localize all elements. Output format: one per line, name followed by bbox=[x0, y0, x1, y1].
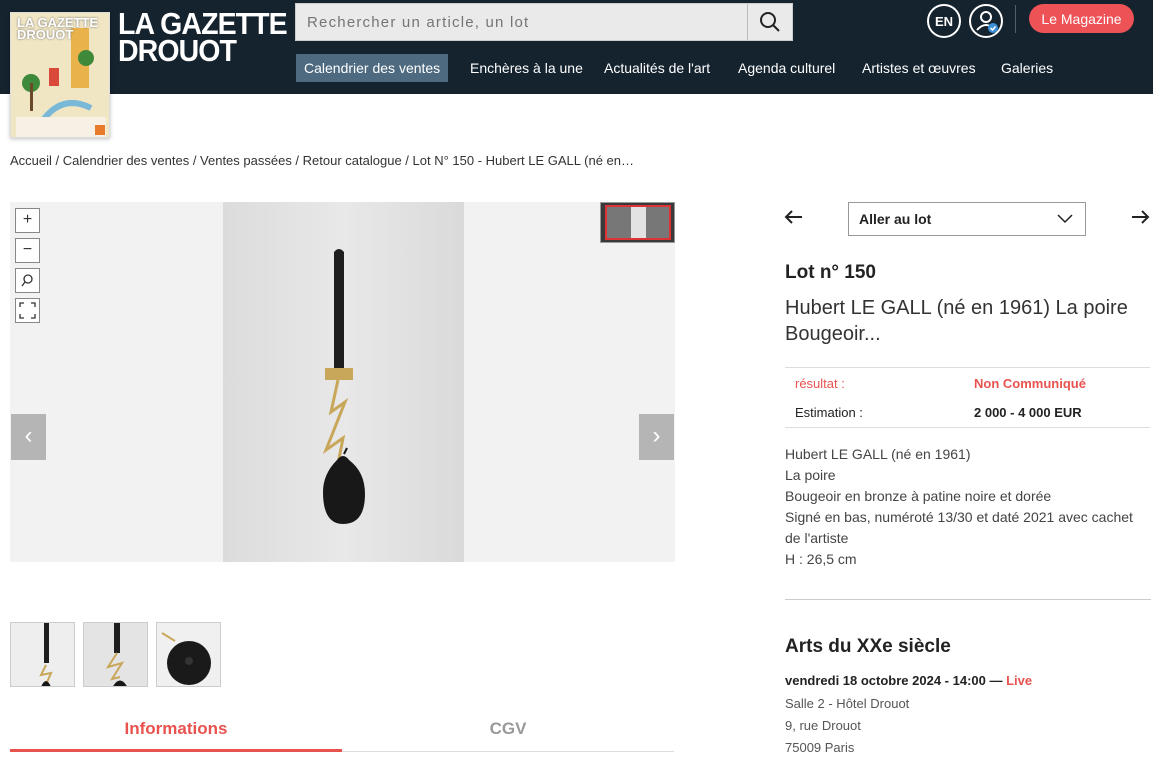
result-label: résultat : bbox=[795, 376, 845, 391]
section-divider bbox=[785, 599, 1151, 600]
goto-lot-label: Aller au lot bbox=[859, 211, 932, 227]
thumbnail-1[interactable] bbox=[10, 622, 75, 687]
previous-lot-arrow-icon[interactable] bbox=[784, 205, 804, 236]
navigator-minimap[interactable] bbox=[600, 202, 675, 243]
user-icon bbox=[976, 11, 998, 33]
thumbnail-3[interactable] bbox=[156, 622, 221, 687]
tab-informations[interactable]: Informations bbox=[10, 708, 342, 752]
header-divider bbox=[1015, 5, 1016, 33]
address-line: 75009 Paris bbox=[785, 740, 855, 755]
goto-lot-select[interactable]: Aller au lot bbox=[848, 202, 1086, 236]
search-bar bbox=[295, 3, 793, 41]
next-image-button[interactable]: › bbox=[639, 414, 674, 460]
lot-title: Hubert LE GALL (né en 1961) La poire Bou… bbox=[785, 297, 1128, 345]
fullscreen-button[interactable] bbox=[15, 298, 40, 323]
language-switch[interactable]: EN bbox=[927, 4, 961, 38]
magazine-cover-title: LA GAZETTE DROUOT bbox=[17, 15, 99, 42]
address-line: Salle 2 - Hôtel Drouot bbox=[785, 696, 910, 711]
user-account-button[interactable] bbox=[969, 4, 1003, 38]
zoom-in-button[interactable]: + bbox=[15, 208, 40, 233]
description-line: Bougeoir en bronze à patine noire et dor… bbox=[785, 488, 1052, 504]
sale-address: Salle 2 - Hôtel Drouot 9, rue Drouot 750… bbox=[785, 693, 909, 759]
description-line: H : 26,5 cm bbox=[785, 551, 857, 567]
previous-image-button[interactable]: ‹ bbox=[11, 414, 46, 460]
magazine-cover[interactable]: LA GAZETTE DROUOT bbox=[10, 12, 110, 138]
nav-artistes-et-oeuvres[interactable]: Artistes et œuvres bbox=[862, 54, 976, 82]
lot-description: Hubert LE GALL (né en 1961) La poire Bou… bbox=[785, 444, 1145, 570]
description-line: La poire bbox=[785, 467, 836, 483]
tab-cgv[interactable]: CGV bbox=[342, 708, 674, 752]
reset-zoom-button[interactable] bbox=[15, 268, 40, 293]
sale-title[interactable]: Arts du XXe siècle bbox=[785, 636, 951, 658]
sale-date-text: vendredi 18 octobre 2024 - 14:00 — bbox=[785, 673, 1003, 688]
result-value: Non Communiqué bbox=[974, 376, 1086, 391]
candle-holder-illustration bbox=[322, 249, 365, 524]
nav-actualites-de-l-art[interactable]: Actualités de l'art bbox=[604, 54, 710, 82]
nav-agenda-culturel[interactable]: Agenda culturel bbox=[738, 54, 835, 82]
nav-calendrier-des-ventes[interactable]: Calendrier des ventes bbox=[296, 54, 449, 82]
navigator-viewport[interactable] bbox=[605, 205, 671, 240]
estimate-value: 2 000 - 4 000 EUR bbox=[974, 405, 1082, 420]
estimate-label: Estimation : bbox=[795, 405, 863, 420]
magazine-button[interactable]: Le Magazine bbox=[1029, 4, 1134, 33]
search-icon bbox=[760, 12, 780, 32]
description-line: Signé en bas, numéroté 13/30 et daté 202… bbox=[785, 509, 1133, 546]
zoom-out-button[interactable]: − bbox=[15, 238, 40, 263]
next-lot-arrow-icon[interactable] bbox=[1130, 205, 1150, 236]
chevron-down-icon bbox=[1057, 214, 1073, 224]
fullscreen-icon bbox=[19, 302, 36, 319]
lot-number: Lot n° 150 bbox=[785, 262, 877, 283]
image-viewer[interactable]: + − ‹ › bbox=[10, 202, 675, 562]
thumbnail-2[interactable] bbox=[83, 622, 148, 687]
address-line: 9, rue Drouot bbox=[785, 718, 861, 733]
logo-line-2: DROUOT bbox=[118, 33, 237, 68]
nav-encheres-a-la-une[interactable]: Enchères à la une bbox=[470, 54, 583, 82]
site-logo[interactable]: LA GAZETTE DROUOT bbox=[118, 8, 288, 68]
nav-galeries[interactable]: Galeries bbox=[1001, 54, 1053, 82]
result-table: résultat : Non Communiqué Estimation : 2… bbox=[785, 367, 1150, 428]
description-line: Hubert LE GALL (né en 1961) bbox=[785, 446, 971, 462]
magnifier-icon bbox=[21, 274, 33, 287]
live-badge[interactable]: Live bbox=[1006, 673, 1032, 688]
lot-main-image[interactable] bbox=[223, 202, 464, 562]
search-input[interactable] bbox=[296, 4, 747, 40]
search-button[interactable] bbox=[747, 4, 792, 40]
sale-date: vendredi 18 octobre 2024 - 14:00 — Live bbox=[785, 673, 1032, 688]
breadcrumb[interactable]: Accueil / Calendrier des ventes / Ventes… bbox=[10, 153, 634, 168]
